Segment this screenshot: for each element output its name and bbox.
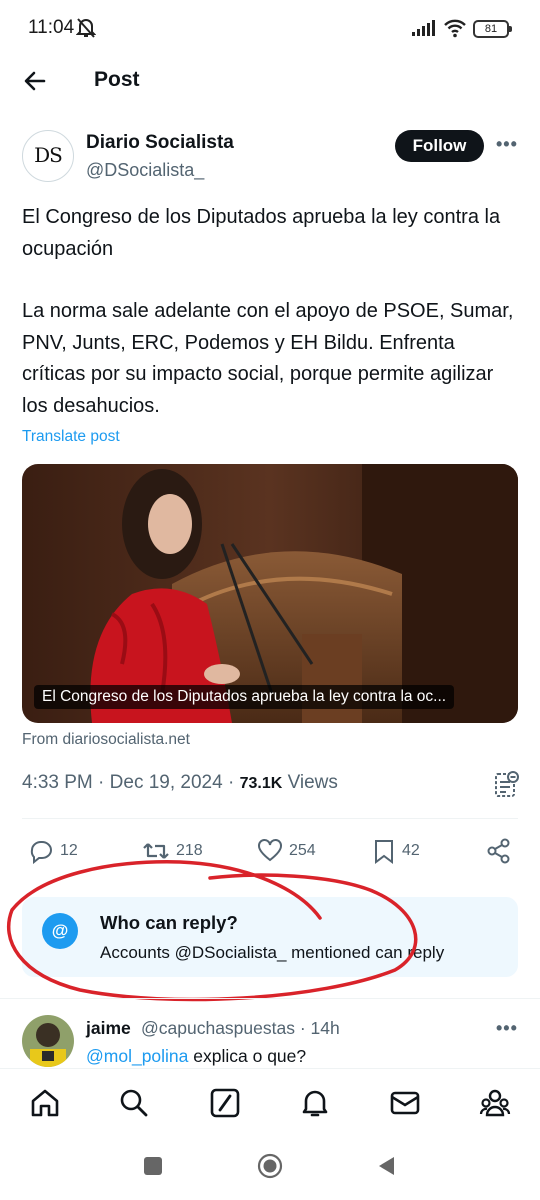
reply-author-handle[interactable]: @capuchaspuestas · 14h	[141, 1018, 340, 1039]
divider	[0, 998, 540, 999]
avatar-image	[22, 1015, 74, 1067]
views-count: 73.1K	[239, 775, 283, 792]
reply-avatar[interactable]	[22, 1015, 74, 1067]
author-name[interactable]: Diario Socialista	[86, 132, 234, 154]
reply-text: @mol_polina explica o que?	[86, 1046, 306, 1067]
status-bar: 11:04 81	[0, 0, 540, 58]
search-icon[interactable]	[118, 1087, 150, 1119]
system-navigation-bar	[0, 1136, 540, 1200]
bottom-nav	[0, 1068, 540, 1136]
card-source[interactable]: From diariosocialista.net	[22, 731, 190, 749]
post-paragraph-1: El Congreso de los Diputados aprueba la …	[22, 206, 501, 260]
status-time: 11:04	[28, 17, 75, 38]
share-icon[interactable]	[486, 838, 512, 864]
follow-button[interactable]: Follow	[395, 130, 484, 162]
signal-icon	[412, 20, 435, 36]
more-options-icon[interactable]: •••	[496, 134, 518, 155]
red-annotation-circle	[6, 860, 418, 1002]
battery-indicator: 81	[473, 20, 512, 38]
header: Post	[0, 58, 540, 104]
wifi-icon	[444, 19, 466, 38]
analytics-icon[interactable]	[494, 770, 520, 798]
back-arrow-icon[interactable]	[22, 68, 48, 94]
messages-icon[interactable]	[389, 1087, 421, 1119]
bell-off-icon	[76, 18, 96, 38]
page-title: Post	[94, 68, 140, 91]
reply-author-name[interactable]: jaime	[86, 1018, 131, 1039]
post-date: Dec 19, 2024	[109, 772, 223, 793]
post-text: El Congreso de los Diputados aprueba la …	[22, 202, 522, 422]
recents-button[interactable]	[144, 1157, 162, 1175]
link-card[interactable]: El Congreso de los Diputados aprueba la …	[22, 464, 518, 723]
author-avatar[interactable]: DS	[22, 130, 74, 182]
notifications-icon[interactable]	[299, 1087, 331, 1119]
card-caption: El Congreso de los Diputados aprueba la …	[34, 685, 455, 709]
views-label: Views	[287, 772, 338, 793]
author-handle[interactable]: @DSocialista_	[86, 160, 204, 181]
post-time: 4:33 PM	[22, 772, 93, 793]
reply-more-options-icon[interactable]: •••	[496, 1018, 518, 1039]
home-icon[interactable]	[29, 1087, 61, 1119]
back-button[interactable]	[376, 1155, 396, 1177]
grok-icon[interactable]	[209, 1087, 241, 1119]
translate-post-link[interactable]: Translate post	[22, 428, 120, 446]
home-button[interactable]	[257, 1153, 283, 1179]
divider	[22, 818, 518, 819]
reply-mention[interactable]: @mol_polina	[86, 1046, 188, 1066]
communities-icon[interactable]	[479, 1087, 511, 1119]
post-meta: 4:33 PM · Dec 19, 2024 · 73.1K Views	[22, 772, 338, 793]
post-paragraph-2: La norma sale adelante con el apoyo de P…	[22, 300, 514, 417]
reply-text-content: explica o que?	[188, 1046, 307, 1066]
